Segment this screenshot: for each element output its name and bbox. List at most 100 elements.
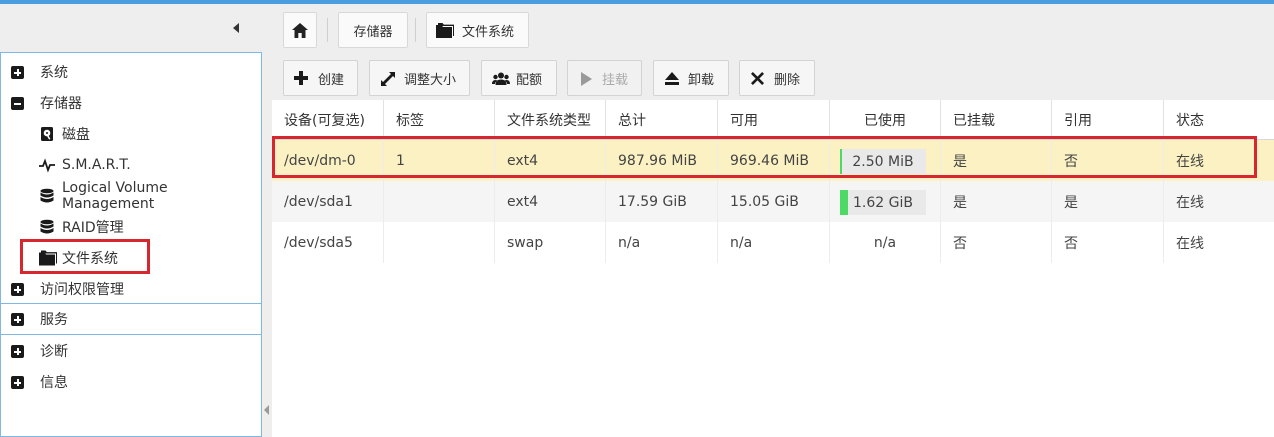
sidebar-item-disks[interactable]: 磁盘 [1,118,261,149]
sidebar-item-storage[interactable]: 存储器 [1,87,261,118]
table-header: 设备(可复选) 标签 文件系统类型 总计 可用 已使用 已挂载 引用 状态 [272,100,1274,140]
sidebar-item-raid[interactable]: RAID管理 [1,211,261,242]
breadcrumb: 存储器 文件系统 [272,4,1274,52]
sidebar-item-label: 存储器 [40,95,82,112]
cell-referenced: 否 [1052,222,1164,263]
column-header-referenced[interactable]: 引用 [1052,100,1164,140]
delete-label: 删除 [774,72,801,88]
expand-icon[interactable] [11,283,24,296]
sidebar-item-label: 系统 [40,64,68,81]
cell-available: 15.05 GiB [718,181,830,222]
cell-label [384,181,495,222]
usage-value: 1.62 GiB [853,194,913,211]
eject-icon [665,72,679,85]
create-button[interactable]: 创建 [283,60,358,96]
sidebar-header [0,4,272,52]
resize-label: 调整大小 [404,72,457,88]
breadcrumb-storage[interactable]: 存储器 [338,12,408,48]
sidebar-item-system[interactable]: 系统 [1,56,261,87]
usage-bar-fill [840,190,848,215]
table-row[interactable]: /dev/dm-0 1 ext4 987.96 MiB 969.46 MiB 2… [272,140,1274,181]
cell-total: 987.96 MiB [606,140,718,181]
expand-icon[interactable] [11,66,24,79]
plus-icon [294,71,308,85]
unmount-label: 卸载 [688,72,715,88]
users-icon [492,72,510,85]
cell-mounted: 是 [941,181,1052,222]
quota-label: 配额 [516,72,543,88]
play-icon [581,72,592,86]
times-icon [751,72,764,85]
mount-button[interactable]: 挂载 [567,60,642,96]
breadcrumb-home[interactable] [283,12,317,48]
cell-device: /dev/dm-0 [272,140,384,181]
cell-used: 1.62 GiB [830,181,941,222]
expand-icon[interactable] [11,376,24,389]
home-icon [292,22,308,38]
cell-available: n/a [718,222,830,263]
breadcrumb-separator [327,18,328,42]
cell-status: 在线 [1176,153,1204,170]
usage-bar-fill [840,149,842,174]
unmount-button[interactable]: 卸载 [653,60,729,96]
cell-label: 1 [384,140,495,181]
column-header-mounted[interactable]: 已挂载 [941,100,1052,140]
table-row[interactable]: /dev/sda5 swap n/a n/a n/a 否 否 在线 [272,222,1274,263]
collapse-sidebar-icon[interactable] [230,22,244,36]
delete-button[interactable]: 删除 [739,60,815,96]
sidebar-item-access-rights[interactable]: 访问权限管理 [1,273,261,304]
sidebar-item-lvm[interactable]: Logical Volume Management [1,179,261,212]
breadcrumb-storage-label: 存储器 [353,24,393,40]
column-header-type[interactable]: 文件系统类型 [495,100,606,140]
column-header-label[interactable]: 标签 [384,100,495,140]
cell-referenced: 是 [1052,181,1164,222]
cell-mounted: 否 [941,222,1052,263]
column-header-device[interactable]: 设备(可复选) [272,100,384,140]
create-label: 创建 [318,72,345,88]
expand-sidebar-icon[interactable] [264,405,269,415]
column-header-available[interactable]: 可用 [718,100,830,140]
quota-button[interactable]: 配额 [481,60,557,96]
sidebar-item-label: RAID管理 [62,219,124,236]
cell-used: 2.50 MiB [830,140,941,181]
cell-available: 969.46 MiB [718,140,830,181]
breadcrumb-filesystems-label: 文件系统 [462,24,515,40]
cell-status: 在线 [1176,235,1204,252]
sidebar-item-label: Logical Volume Management [62,179,168,212]
expand-icon[interactable] [11,313,24,326]
sidebar-resize-gutter[interactable] [262,52,272,437]
cell-device: /dev/sda5 [272,222,384,263]
disk-icon [41,127,53,141]
sidebar-item-label: 诊断 [40,343,68,360]
expand-icon[interactable] [11,345,24,358]
column-header-used[interactable]: 已使用 [830,100,941,140]
sidebar-item-information[interactable]: 信息 [1,366,261,397]
sidebar-item-label: 服务 [40,312,68,328]
main-panel: 创建 调整大小 配额 挂载 卸载 删除 设备(可复选) 标签 文件系统类型 总计 [272,52,1274,437]
folder-icon [436,22,454,38]
cell-type: swap [495,222,606,263]
column-header-total[interactable]: 总计 [606,100,718,140]
cell-type: ext4 [495,181,606,222]
table-row[interactable]: /dev/sda1 ext4 17.59 GiB 15.05 GiB 1.62 … [272,181,1274,222]
breadcrumb-filesystems[interactable]: 文件系统 [426,12,529,48]
sidebar-item-smart[interactable]: S.M.A.R.T. [1,149,261,180]
breadcrumb-separator [415,18,416,42]
selection-highlight [20,239,150,274]
usage-value: 2.50 MiB [852,153,914,170]
collapse-icon[interactable] [11,97,24,110]
sidebar-item-diagnostics[interactable]: 诊断 [1,335,261,366]
cell-total: n/a [606,222,718,263]
toolbar: 创建 调整大小 配额 挂载 卸载 删除 [272,52,1274,100]
heartbeat-icon [39,158,55,173]
mount-label: 挂载 [602,72,629,88]
cell-type: ext4 [495,140,606,181]
sidebar-item-label: 信息 [40,374,68,391]
resize-button[interactable]: 调整大小 [369,60,470,96]
cell-label [384,222,495,263]
cell-used: n/a [830,222,941,263]
column-header-status[interactable]: 状态 [1164,100,1274,140]
database-icon [40,188,54,203]
cell-mounted: 是 [941,140,1052,181]
sidebar-item-services[interactable]: 服务 [1,303,261,335]
